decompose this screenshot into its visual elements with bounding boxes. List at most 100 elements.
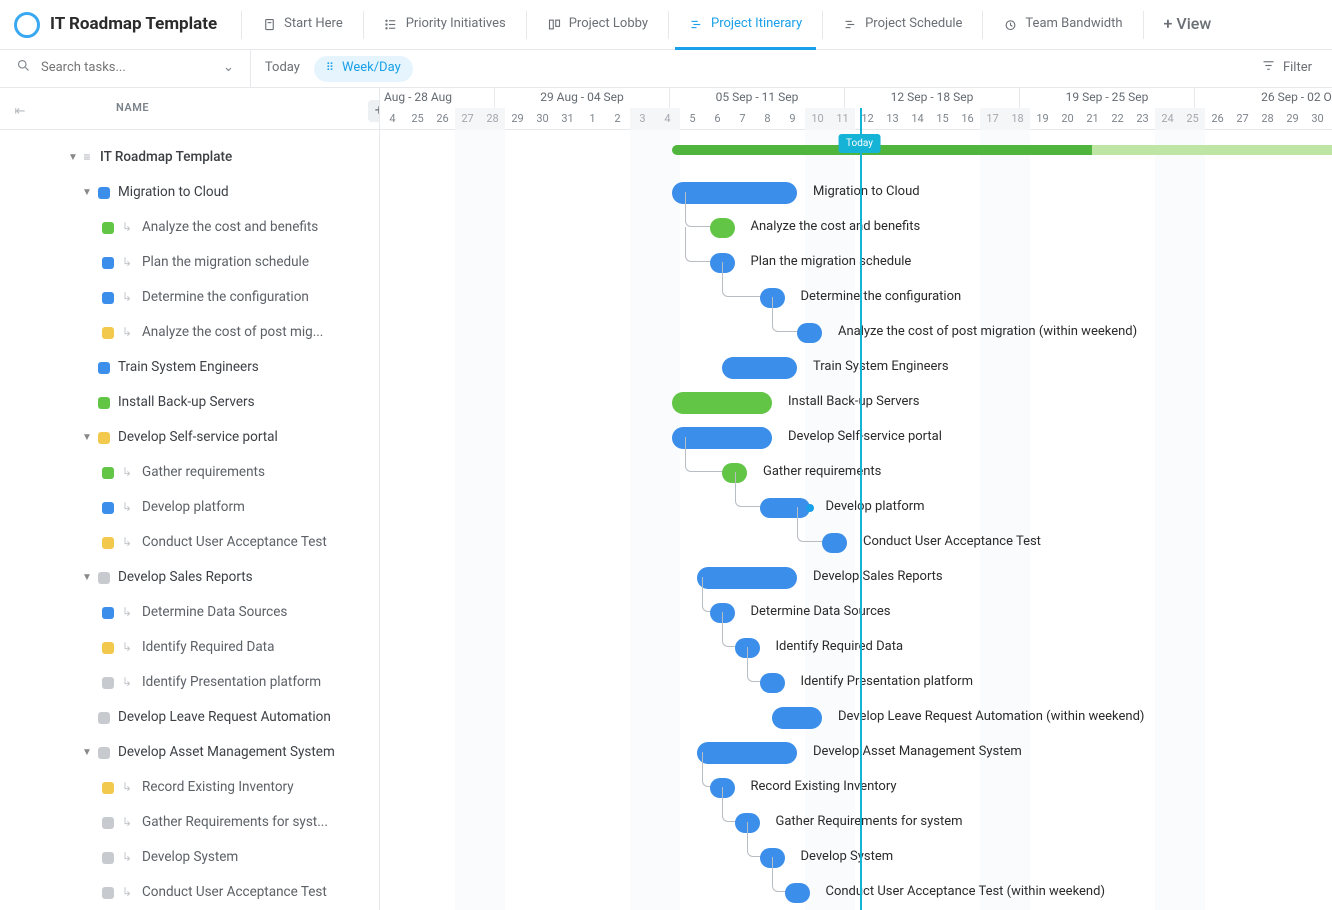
gantt-row[interactable]: Develop Asset Management System [380,735,1332,770]
task-row[interactable]: ↳Gather requirements [0,455,379,490]
task-row[interactable]: ↳Gather Requirements for syst... [0,805,379,840]
divider [668,11,669,39]
task-row[interactable]: ▼Develop Asset Management System [0,735,379,770]
gantt-bar[interactable] [735,813,760,833]
tab-priority[interactable]: Priority Initiatives [370,1,520,49]
gantt-bar[interactable] [785,883,810,903]
gantt-row[interactable]: Migration to Cloud [380,175,1332,210]
subtask-icon: ↳ [122,220,136,236]
caret-down-icon[interactable]: ▼ [80,186,94,199]
gantt-bar-label: Develop Self-service portal [788,429,942,446]
task-row[interactable]: ▼Develop Self-service portal [0,420,379,455]
gantt-bar[interactable] [760,288,785,308]
list-icon: ≡ [80,150,94,166]
tab-itinerary[interactable]: Project Itinerary [675,1,816,49]
gantt-bar[interactable] [722,357,797,379]
search-wrap[interactable]: ⌄ [8,50,251,87]
gantt-bar[interactable] [672,182,797,204]
gantt-bar[interactable] [710,778,735,798]
task-row[interactable]: Install Back-up Servers [0,385,379,420]
gantt-row[interactable]: Analyze the cost of post migration (with… [380,315,1332,350]
caret-down-icon[interactable]: ▼ [80,746,94,759]
gantt-row[interactable]: Install Back-up Servers [380,385,1332,420]
task-row[interactable]: ↳Develop platform [0,490,379,525]
main-split: ⇤ NAME + ▼≡IT Roadmap Template▼Migration… [0,88,1332,910]
collapse-sidebar-icon[interactable]: ⇤ [0,96,40,121]
gantt-bar[interactable] [710,218,735,238]
add-column-button[interactable]: + [368,100,380,122]
gantt-bar[interactable] [735,638,760,658]
task-row[interactable]: ↳Plan the migration schedule [0,245,379,280]
task-row[interactable]: ↳Conduct User Acceptance Test [0,875,379,910]
gantt-bar[interactable] [697,567,797,589]
gantt-bar[interactable] [710,603,735,623]
gantt-row[interactable]: Conduct User Acceptance Test (within wee… [380,875,1332,910]
filter-button[interactable]: Filter [1249,58,1324,79]
zoom-level-toggle[interactable]: ⠿ Week/Day [314,56,413,82]
task-row[interactable]: ↳Analyze the cost of post mig... [0,315,379,350]
gantt-row[interactable]: Develop platform [380,490,1332,525]
gantt-row[interactable]: Develop System [380,840,1332,875]
task-row[interactable]: ↳Develop System [0,840,379,875]
gantt-bar[interactable] [710,253,735,273]
gantt-row[interactable]: Determine Data Sources [380,595,1332,630]
subtask-icon: ↳ [122,325,136,341]
gantt-bar[interactable] [760,673,785,693]
gantt-row[interactable]: Record Existing Inventory [380,770,1332,805]
task-row[interactable]: ▼Develop Sales Reports [0,560,379,595]
gantt-bar[interactable] [797,323,822,343]
task-row[interactable]: ↳Record Existing Inventory [0,770,379,805]
add-view-button[interactable]: + View [1150,14,1226,35]
gantt-row[interactable]: Develop Self-service portal [380,420,1332,455]
timeline-day: 17 [980,108,1005,130]
gantt-row[interactable]: Conduct User Acceptance Test [380,525,1332,560]
gantt-bar[interactable] [722,463,747,483]
tab-start-here[interactable]: Start Here [248,1,357,49]
tab-schedule[interactable]: Project Schedule [829,1,976,49]
task-row[interactable]: ▼Migration to Cloud [0,175,379,210]
gantt-bar[interactable] [672,427,772,449]
task-row[interactable]: ↳Analyze the cost and benefits [0,210,379,245]
task-row[interactable]: ↳Conduct User Acceptance Test [0,525,379,560]
today-button[interactable]: Today [251,60,314,77]
gantt-bar[interactable] [772,707,822,729]
task-row[interactable]: Train System Engineers [0,350,379,385]
task-row[interactable]: ↳Determine Data Sources [0,595,379,630]
gantt-bar[interactable] [697,742,797,764]
caret-down-icon[interactable]: ▼ [80,571,94,584]
gantt-bar[interactable] [672,392,772,414]
caret-down-icon[interactable]: ▼ [66,151,80,164]
gantt-row[interactable]: Identify Required Data [380,630,1332,665]
today-marker-badge: Today [838,134,881,153]
task-row[interactable]: ▼≡IT Roadmap Template [0,140,379,175]
gantt-row[interactable]: Determine the configuration [380,280,1332,315]
gantt-row[interactable]: Develop Leave Request Automation (within… [380,700,1332,735]
gantt-row[interactable]: Gather Requirements for system [380,805,1332,840]
task-row[interactable]: ↳Identify Required Data [0,630,379,665]
gantt-bar-label: Determine Data Sources [751,604,891,621]
timeline-day: 21 [1080,108,1105,130]
gantt-row[interactable]: Analyze the cost and benefits [380,210,1332,245]
caret-down-icon[interactable]: ▼ [80,431,94,444]
gantt-bar[interactable] [760,848,785,868]
tab-lobby[interactable]: Project Lobby [533,1,662,49]
gantt-row[interactable]: Identify Presentation platform [380,665,1332,700]
search-dropdown-icon[interactable]: ⌄ [217,60,240,77]
zoom-level-label: Week/Day [342,60,401,77]
gantt-row[interactable]: Develop Sales Reports [380,560,1332,595]
task-row[interactable]: Develop Leave Request Automation [0,700,379,735]
status-dot [102,257,114,269]
gantt-row[interactable]: Plan the migration schedule [380,245,1332,280]
gantt-body[interactable]: Today Migration to CloudAnalyze the cost… [380,130,1332,910]
task-name: Determine Data Sources [142,604,287,622]
gantt-bar[interactable] [822,533,847,553]
task-row[interactable]: ↳Determine the configuration [0,280,379,315]
gantt-row[interactable]: Train System Engineers [380,350,1332,385]
gantt-bar[interactable] [760,498,810,518]
task-row[interactable]: ↳Identify Presentation platform [0,665,379,700]
name-column-header[interactable]: NAME [40,101,149,115]
tab-bandwidth[interactable]: Team Bandwidth [989,1,1136,49]
gantt-row[interactable]: Gather requirements [380,455,1332,490]
search-input[interactable] [39,59,209,78]
task-tree[interactable]: ▼≡IT Roadmap Template▼Migration to Cloud… [0,130,379,910]
